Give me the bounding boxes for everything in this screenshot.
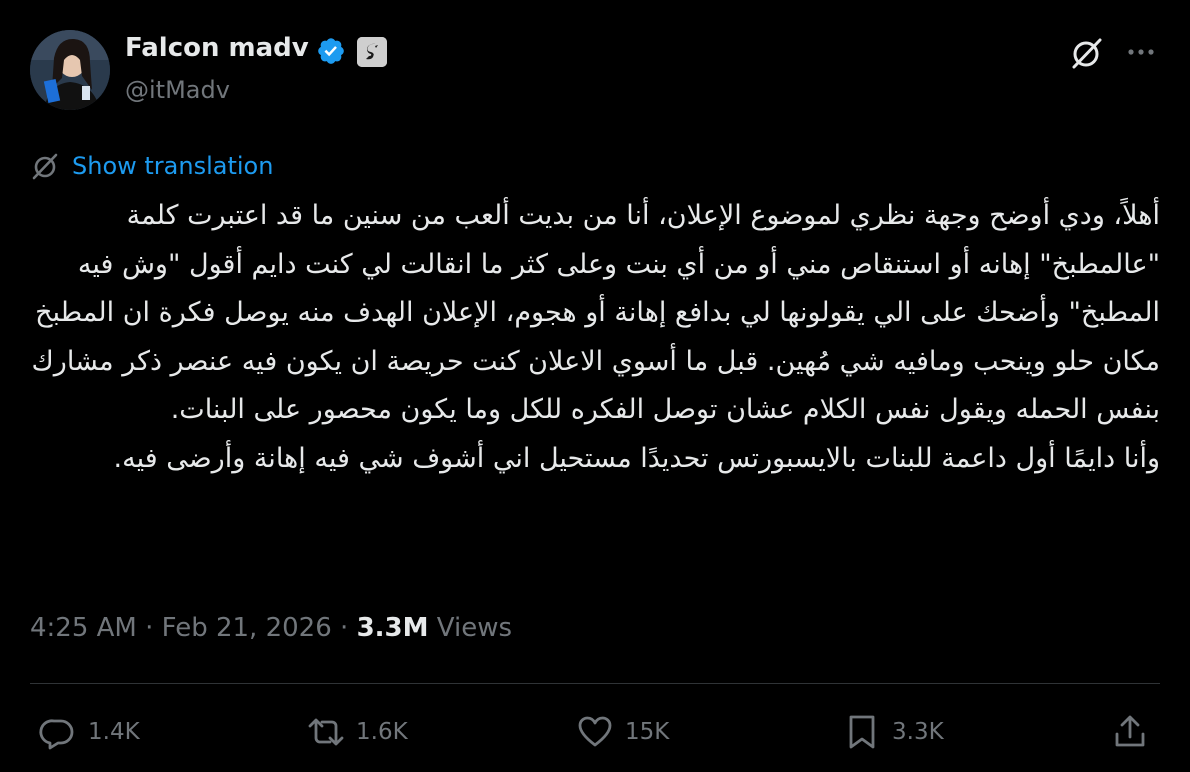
meta-separator: ·: [136, 613, 162, 643]
show-translation-button[interactable]: Show translation: [30, 148, 273, 184]
tweet-text: أهلاً، ودي أوضح وجهة نظري لموضوع الإعلان…: [28, 192, 1160, 483]
views-count[interactable]: 3.3M: [357, 613, 429, 643]
verified-badge-icon[interactable]: [316, 36, 346, 66]
tweet-detail: Falcon madv @itMadv Show translation أهل…: [0, 0, 1190, 772]
reply-count: 1.4K: [88, 719, 140, 745]
avatar-image: [30, 30, 110, 110]
repost-icon: [308, 718, 344, 746]
divider: [30, 683, 1160, 684]
share-icon: [1115, 715, 1145, 747]
repost-button[interactable]: 1.6K: [306, 712, 408, 752]
tweet-time[interactable]: 4:25 AM: [30, 613, 137, 643]
bookmark-button[interactable]: 3.3K: [842, 712, 944, 752]
tweet-paragraph: أهلاً، ودي أوضح وجهة نظري لموضوع الإعلان…: [31, 200, 1160, 425]
repost-count: 1.6K: [356, 719, 408, 745]
share-button[interactable]: [1110, 712, 1150, 752]
user-handle[interactable]: @itMadv: [125, 73, 230, 107]
display-name[interactable]: Falcon madv: [125, 30, 309, 66]
more-horizontal-icon[interactable]: [1124, 38, 1158, 66]
affiliate-logo-icon: [357, 37, 387, 67]
tweet-meta: 4:25 AM · Feb 21, 2026 · 3.3M Views: [30, 610, 512, 646]
views-label: Views: [428, 613, 513, 643]
reply-icon: [39, 719, 74, 750]
tweet-paragraph: وأنا دايمًا أول داعمة للبنات بالايسبورتس…: [113, 442, 1160, 474]
bookmark-count: 3.3K: [892, 719, 944, 745]
heart-icon: [578, 716, 612, 747]
meta-separator: ·: [331, 613, 357, 643]
avatar[interactable]: [30, 30, 110, 110]
show-translation-label: Show translation: [72, 152, 274, 180]
grok-icon[interactable]: [1068, 34, 1106, 72]
reply-button[interactable]: 1.4K: [38, 712, 140, 752]
affiliate-badge-icon[interactable]: [357, 37, 387, 67]
like-count: 15K: [625, 719, 670, 745]
like-button[interactable]: 15K: [575, 712, 669, 752]
tweet-date[interactable]: Feb 21, 2026: [162, 613, 332, 643]
translate-icon: [32, 153, 58, 180]
bookmark-icon: [849, 715, 875, 749]
